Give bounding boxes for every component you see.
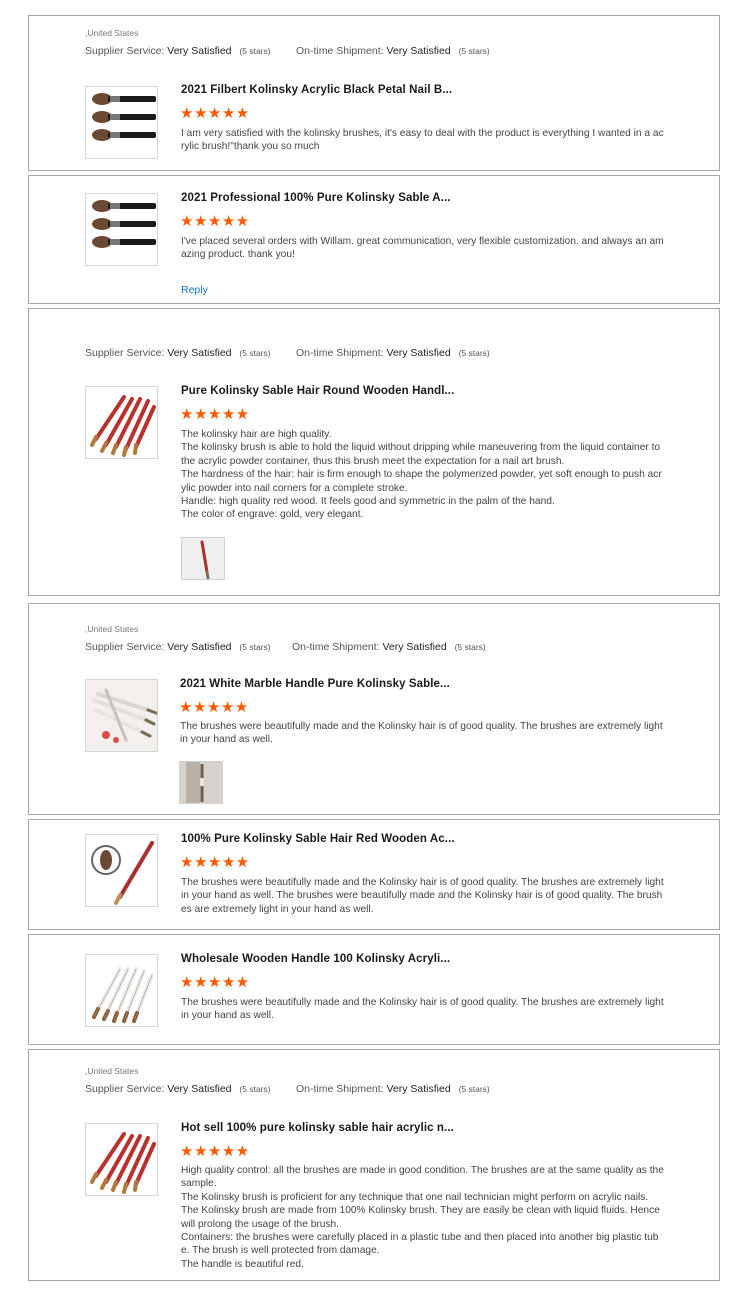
rating-summary: Supplier Service: Very Satisfied (5 star… bbox=[85, 347, 271, 359]
star-rating: ★★★★★ bbox=[179, 699, 249, 716]
red-wooden-brushes-image[interactable] bbox=[85, 1123, 158, 1196]
star-rating: ★★★★★ bbox=[180, 854, 250, 871]
ontime-shipment-stars: (5 stars) bbox=[458, 46, 490, 56]
ontime-shipment-label: On-time Shipment: bbox=[292, 641, 380, 653]
shipment-summary: On-time Shipment: Very Satisfied (5 star… bbox=[296, 1083, 490, 1095]
black-acrylic-brushes-image[interactable] bbox=[85, 193, 158, 266]
review-text: The brushes were beautifully made and th… bbox=[181, 877, 664, 915]
star-rating: ★★★★★ bbox=[180, 105, 250, 122]
supplier-service-stars: (5 stars) bbox=[239, 348, 271, 358]
white-marble-brushes-image[interactable] bbox=[85, 679, 158, 752]
supplier-service-value: Very Satisfied bbox=[167, 45, 232, 57]
ontime-shipment-label: On-time Shipment: bbox=[296, 1083, 384, 1095]
supplier-service-value: Very Satisfied bbox=[167, 1083, 232, 1095]
red-acrylic-brush-image[interactable] bbox=[85, 834, 158, 907]
review-card: ,United States Supplier Service: Very Sa… bbox=[28, 15, 720, 171]
white-wooden-brushes-image[interactable] bbox=[85, 954, 158, 1027]
star-rating: ★★★★★ bbox=[180, 974, 250, 991]
reviewer-country: ,United States bbox=[85, 1066, 139, 1076]
black-acrylic-brushes-image[interactable] bbox=[85, 86, 158, 159]
shipment-summary: On-time Shipment: Very Satisfied (5 star… bbox=[296, 45, 490, 57]
review-card: Supplier Service: Very Satisfied (5 star… bbox=[28, 308, 720, 596]
supplier-service-stars: (5 stars) bbox=[239, 1084, 271, 1094]
supplier-service-label: Supplier Service: bbox=[85, 641, 165, 653]
product-title[interactable]: 2021 Filbert Kolinsky Acrylic Black Peta… bbox=[181, 84, 452, 96]
ontime-shipment-stars: (5 stars) bbox=[454, 642, 486, 652]
supplier-service-stars: (5 stars) bbox=[239, 642, 271, 652]
ontime-shipment-label: On-time Shipment: bbox=[296, 347, 384, 359]
ontime-shipment-value: Very Satisfied bbox=[386, 45, 451, 57]
supplier-service-label: Supplier Service: bbox=[85, 1083, 165, 1095]
product-title[interactable]: 2021 White Marble Handle Pure Kolinsky S… bbox=[180, 678, 450, 690]
product-title[interactable]: Pure Kolinsky Sable Hair Round Wooden Ha… bbox=[181, 385, 454, 397]
reviewer-country: ,United States bbox=[85, 624, 139, 634]
reviewer-country: ,United States bbox=[85, 28, 139, 38]
ontime-shipment-value: Very Satisfied bbox=[382, 641, 447, 653]
customer-photo-marble-brush[interactable] bbox=[179, 761, 223, 804]
red-wooden-brushes-image[interactable] bbox=[85, 386, 158, 459]
ontime-shipment-value: Very Satisfied bbox=[386, 347, 451, 359]
shipment-summary: On-time Shipment: Very Satisfied (5 star… bbox=[296, 347, 490, 359]
review-card: Wholesale Wooden Handle 100 Kolinsky Acr… bbox=[28, 934, 720, 1045]
review-card: 100% Pure Kolinsky Sable Hair Red Wooden… bbox=[28, 819, 720, 930]
ontime-shipment-stars: (5 stars) bbox=[458, 348, 490, 358]
review-card: ,United States Supplier Service: Very Sa… bbox=[28, 603, 720, 815]
customer-photo-red-brush[interactable] bbox=[181, 537, 225, 580]
product-title[interactable]: Wholesale Wooden Handle 100 Kolinsky Acr… bbox=[181, 953, 450, 965]
review-text: The brushes were beautifully made and th… bbox=[180, 721, 663, 746]
star-rating: ★★★★★ bbox=[180, 1143, 250, 1160]
supplier-service-stars: (5 stars) bbox=[239, 46, 271, 56]
star-rating: ★★★★★ bbox=[180, 406, 250, 423]
review-text: High quality control: all the brushes ar… bbox=[181, 1165, 664, 1270]
ontime-shipment-value: Very Satisfied bbox=[386, 1083, 451, 1095]
product-title[interactable]: Hot sell 100% pure kolinsky sable hair a… bbox=[181, 1122, 454, 1134]
star-rating: ★★★★★ bbox=[180, 213, 250, 230]
reply-link[interactable]: Reply bbox=[181, 284, 208, 296]
supplier-service-value: Very Satisfied bbox=[167, 347, 232, 359]
rating-summary: Supplier Service: Very Satisfied (5 star… bbox=[85, 45, 271, 57]
review-text: I am very satisfied with the kolinsky br… bbox=[181, 128, 664, 153]
supplier-service-label: Supplier Service: bbox=[85, 347, 165, 359]
product-title[interactable]: 2021 Professional 100% Pure Kolinsky Sab… bbox=[181, 192, 451, 204]
rating-summary: Supplier Service: Very Satisfied (5 star… bbox=[85, 1083, 271, 1095]
rating-summary: Supplier Service: Very Satisfied (5 star… bbox=[85, 641, 271, 653]
review-text: The brushes were beautifully made and th… bbox=[181, 997, 664, 1022]
review-text: The kolinsky hair are high quality. The … bbox=[181, 429, 662, 521]
ontime-shipment-stars: (5 stars) bbox=[458, 1084, 490, 1094]
ontime-shipment-label: On-time Shipment: bbox=[296, 45, 384, 57]
product-title[interactable]: 100% Pure Kolinsky Sable Hair Red Wooden… bbox=[181, 833, 455, 845]
shipment-summary: On-time Shipment: Very Satisfied (5 star… bbox=[292, 641, 486, 653]
review-card: 2021 Professional 100% Pure Kolinsky Sab… bbox=[28, 175, 720, 304]
review-text: I've placed several orders with Willam. … bbox=[181, 236, 664, 261]
supplier-service-label: Supplier Service: bbox=[85, 45, 165, 57]
supplier-service-value: Very Satisfied bbox=[167, 641, 232, 653]
review-card: ,United States Supplier Service: Very Sa… bbox=[28, 1049, 720, 1281]
